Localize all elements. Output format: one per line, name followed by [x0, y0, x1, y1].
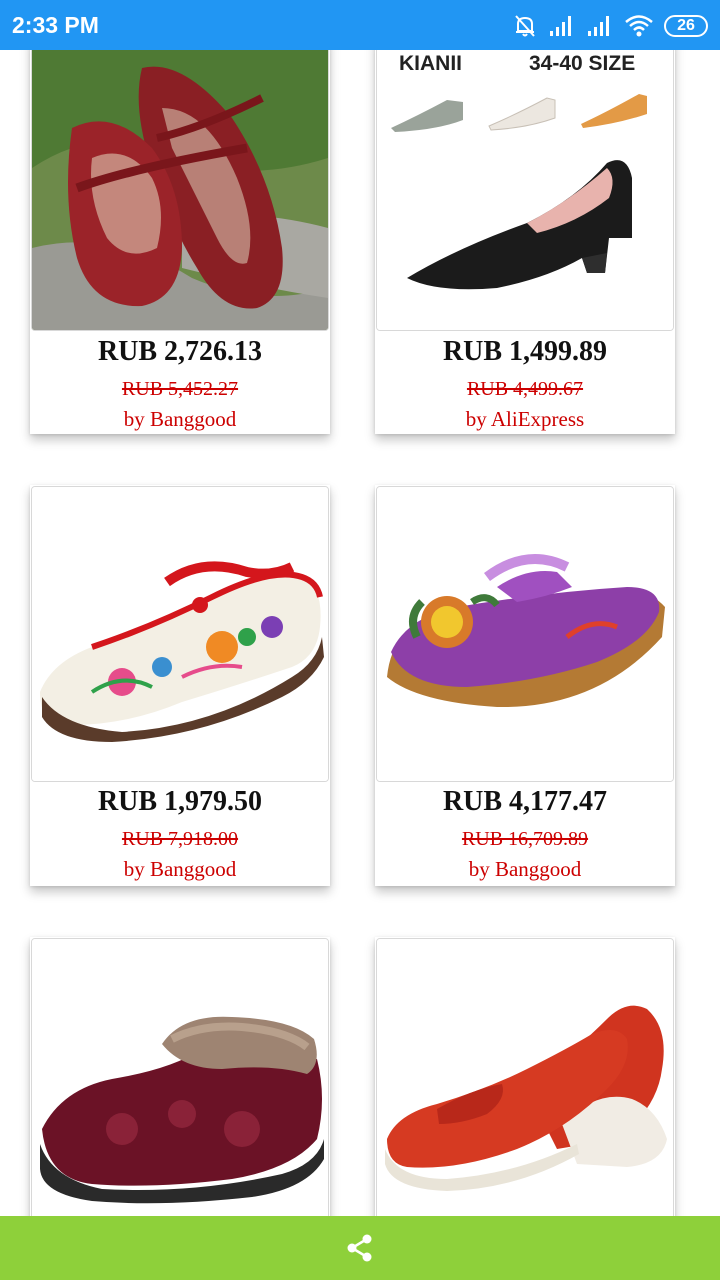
battery-icon: 26	[664, 15, 708, 37]
status-icons: 26	[512, 12, 708, 40]
product-image[interactable]	[376, 938, 674, 1236]
product-image[interactable]: KIANII 34-40 SIZE	[376, 37, 674, 331]
status-bar: 2:33 PM 26	[0, 0, 720, 50]
product-old-price: RUB 16,709.89	[461, 828, 589, 850]
battery-level: 26	[677, 17, 695, 34]
signal-icon	[550, 16, 571, 36]
product-image[interactable]	[31, 37, 329, 331]
kianii-brand-text: KIANII	[399, 52, 462, 75]
product-card[interactable]	[30, 937, 330, 1237]
size-range-text: 34-40 SIZE	[529, 52, 635, 75]
red-mary-jane-flats-image	[32, 38, 328, 330]
red-leather-loafer-image	[377, 939, 673, 1235]
product-seller: by Banggood	[123, 407, 237, 431]
alarm-off-icon	[515, 15, 535, 37]
share-icon[interactable]	[345, 1233, 375, 1263]
product-seller: by Banggood	[468, 857, 582, 881]
signal-icon	[588, 16, 609, 36]
product-card[interactable]: KIANII 34-40 SIZE RUB 1,499.89 RUB 4,499…	[375, 36, 675, 434]
status-time: 2:33 PM	[12, 12, 99, 38]
black-pointed-pump-image: KIANII 34-40 SIZE	[377, 38, 673, 330]
burgundy-velvet-slipper-image	[32, 939, 328, 1235]
product-card[interactable]: RUB 1,979.50 RUB 7,918.00 by Banggood	[30, 485, 330, 886]
product-price: RUB 4,177.47	[442, 786, 608, 817]
product-card[interactable]: RUB 2,726.13 RUB 5,452.27 by Banggood	[30, 36, 330, 434]
product-price: RUB 1,979.50	[97, 786, 263, 817]
product-old-price: RUB 4,499.67	[466, 378, 584, 400]
product-price: RUB 2,726.13	[97, 336, 263, 367]
product-grid: RUB 2,726.13 RUB 5,452.27 by Banggood KI…	[0, 0, 720, 1280]
bottom-share-bar	[0, 1216, 720, 1280]
product-old-price: RUB 5,452.27	[121, 378, 239, 400]
product-image[interactable]	[31, 486, 329, 782]
product-old-price: RUB 7,918.00	[121, 828, 239, 850]
product-price: RUB 1,499.89	[442, 336, 608, 367]
embroidered-white-flat-image	[32, 487, 328, 781]
product-image[interactable]	[31, 938, 329, 1236]
wifi-icon	[625, 15, 653, 37]
product-card[interactable]: RUB 4,177.47 RUB 16,709.89 by Banggood	[375, 485, 675, 886]
product-seller: by Banggood	[123, 857, 237, 881]
product-card[interactable]	[375, 937, 675, 1237]
product-image[interactable]	[376, 486, 674, 782]
product-seller: by AliExpress	[465, 407, 585, 431]
purple-flower-clog-image	[377, 487, 673, 781]
